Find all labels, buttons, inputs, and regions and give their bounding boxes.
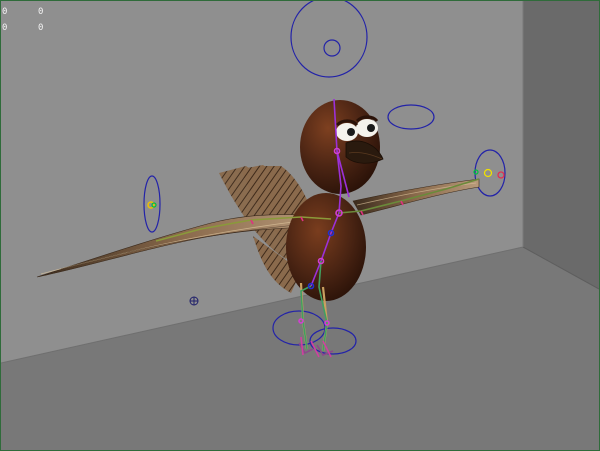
scene-render[interactable] [1,1,599,450]
side-wall [523,1,599,289]
3d-viewport[interactable]: 0 0 0 0 [0,0,600,451]
hud-stat-right: 0 [38,7,44,17]
hud-stat-left: 0 [2,7,8,17]
crosshair-circle-icon[interactable] [189,296,199,306]
hud-stat-right: 0 [38,23,44,33]
hud-stat-left: 0 [2,23,8,33]
